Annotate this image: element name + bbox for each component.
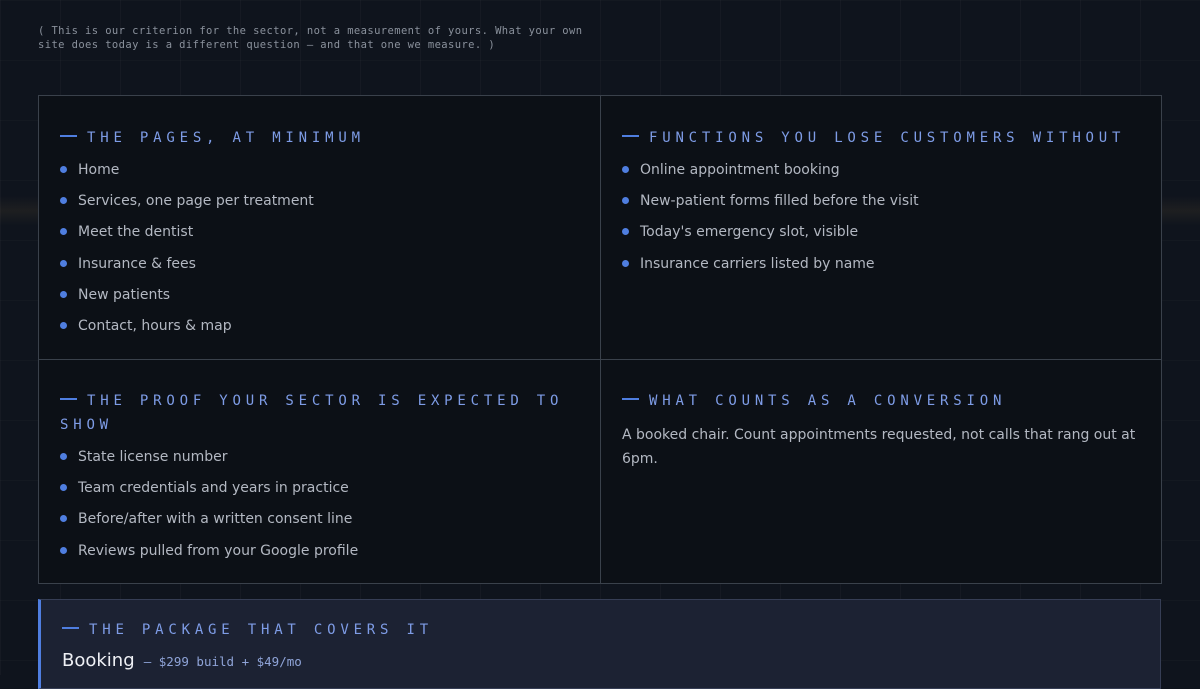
functions-heading-text: Functions you lose customers without	[649, 130, 1126, 146]
package-panel: The package that covers it Booking — $29…	[38, 599, 1161, 689]
section-heading: Functions you lose customers without	[622, 126, 1140, 150]
list-item: New patients	[60, 285, 579, 316]
bullet-dot	[622, 228, 629, 236]
bullet-dot	[60, 321, 67, 329]
proof-section: The proof your sector is expected to sho…	[39, 359, 600, 583]
list-item-label: Online appointment booking	[640, 162, 840, 178]
bullet-dot	[60, 290, 67, 298]
list-item: Contact, hours & map	[60, 316, 579, 347]
list-item-label: Team credentials and years in practice	[78, 480, 349, 497]
list-item-label: Services, one page per treatment	[78, 193, 314, 210]
list-item: New-patient forms filled before the visi…	[622, 191, 1140, 222]
package-line: Booking — $299 build + $49/mo	[62, 650, 1138, 671]
bullet-dot	[60, 453, 67, 460]
bullet-dot	[60, 259, 67, 267]
list-item-label: Meet the dentist	[78, 224, 194, 241]
package-price: — $299 build + $49/mo	[143, 654, 302, 669]
requirements-grid: The pages, at minimum Home Services, one…	[38, 95, 1162, 584]
list-item-label: New-patient forms filled before the visi…	[640, 193, 919, 210]
proof-list: State license number Team credentials an…	[60, 447, 579, 572]
section-heading: The package that covers it	[62, 618, 1138, 642]
bullet-dot	[60, 546, 67, 554]
heading-dash	[60, 398, 77, 400]
list-item: Online appointment booking	[622, 160, 1140, 191]
list-item-label: Insurance & fees	[78, 255, 196, 272]
bullet-dot	[622, 197, 629, 205]
list-item-label: Insurance carriers listed by name	[640, 255, 875, 272]
bullet-dot	[622, 259, 629, 267]
list-item-label: Reviews pulled from your Google profile	[78, 542, 359, 559]
list-item: Home	[60, 160, 579, 191]
list-item-label: Before/after with a written consent line	[78, 511, 353, 528]
list-item: Insurance carriers listed by name	[622, 254, 1140, 285]
bullet-dot	[60, 228, 67, 236]
section-heading: The proof your sector is expected to sho…	[60, 389, 579, 437]
list-item-label: New patients	[78, 286, 171, 303]
list-item: Before/after with a written consent line	[60, 509, 579, 540]
pages-section: The pages, at minimum Home Services, one…	[39, 96, 600, 359]
proof-heading-text: The proof your sector is expected to sho…	[60, 393, 564, 433]
heading-dash	[622, 135, 639, 137]
list-item: Services, one page per treatment	[60, 191, 579, 222]
package-name: Booking	[62, 650, 135, 671]
list-item: Meet the dentist	[60, 222, 579, 253]
heading-dash	[622, 398, 639, 400]
list-item-label: State license number	[78, 449, 228, 465]
bullet-dot	[622, 166, 629, 173]
pages-list: Home Services, one page per treatment Me…	[60, 160, 579, 347]
list-item: Insurance & fees	[60, 254, 579, 285]
list-item: State license number	[60, 447, 579, 478]
pages-heading-text: The pages, at minimum	[87, 130, 365, 146]
bullet-dot	[60, 197, 67, 205]
conversion-heading-text: What counts as a conversion	[649, 393, 1007, 409]
list-item: Today's emergency slot, visible	[622, 222, 1140, 253]
conversion-text: A booked chair. Count appointments reque…	[622, 427, 1136, 467]
functions-list: Online appointment booking New-patient f…	[622, 160, 1140, 285]
functions-section: Functions you lose customers without Onl…	[600, 96, 1161, 359]
heading-dash	[60, 135, 77, 137]
criterion-note: ( This is our criterion for the sector, …	[38, 25, 583, 51]
bullet-dot	[60, 166, 67, 173]
list-item-label: Home	[78, 162, 120, 178]
list-item: Team credentials and years in practice	[60, 478, 579, 509]
heading-dash	[62, 627, 79, 629]
bullet-dot	[60, 515, 67, 523]
bullet-dot	[60, 484, 67, 492]
list-item-label: Today's emergency slot, visible	[640, 224, 859, 241]
list-item: Reviews pulled from your Google profile	[60, 541, 579, 572]
list-item-label: Contact, hours & map	[78, 317, 232, 334]
conversion-section: What counts as a conversion A booked cha…	[600, 359, 1161, 583]
section-heading: What counts as a conversion	[622, 389, 1140, 413]
section-heading: The pages, at minimum	[60, 126, 579, 150]
package-heading-text: The package that covers it	[89, 622, 433, 638]
